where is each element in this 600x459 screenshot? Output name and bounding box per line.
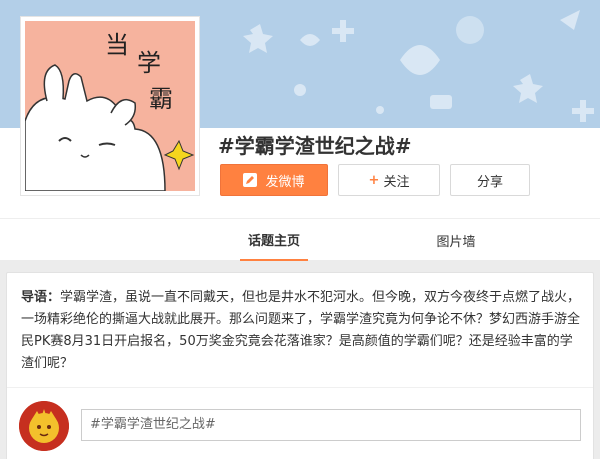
avatar-char-2: 学 xyxy=(137,49,161,77)
edit-icon xyxy=(243,173,258,187)
user-avatar[interactable] xyxy=(19,401,69,451)
plus-icon: + xyxy=(368,172,380,188)
user-avatar-image xyxy=(19,401,69,451)
intro-card: 导语：学霸学渣，虽说一直不同戴天，但也是井水不犯河水。但今晚，双方今夜终于点燃了… xyxy=(6,272,594,459)
intro-text: 导语：学霸学渣，虽说一直不同戴天，但也是井水不犯河水。但今晚，双方今夜终于点燃了… xyxy=(21,287,583,375)
share-button[interactable]: 分享 xyxy=(450,164,530,196)
compose-input[interactable]: #学霸学渣世纪之战# xyxy=(81,409,581,441)
topic-title: #学霸学渣世纪之战# xyxy=(218,134,412,158)
follow-label: 关注 xyxy=(383,174,410,190)
post-weibo-button[interactable]: 发微博 xyxy=(220,164,328,196)
bunny-illustration: 当 学 霸 xyxy=(25,31,195,191)
topic-tabs: 话题主页 图片墙 xyxy=(0,218,600,261)
tab-topic-home-label: 话题主页 xyxy=(247,233,300,249)
avatar-char-3: 霸 xyxy=(149,85,173,113)
post-weibo-label: 发微博 xyxy=(265,174,305,190)
tab-topic-home[interactable]: 话题主页 xyxy=(240,219,308,261)
divider xyxy=(7,387,593,388)
topic-avatar[interactable]: 当 学 霸 xyxy=(20,16,200,196)
avatar-char-1: 当 xyxy=(105,31,129,59)
share-label: 分享 xyxy=(476,174,503,190)
intro-body: 学霸学渣，虽说一直不同戴天，但也是井水不犯河水。但今晚，双方今夜终于点燃了战火，… xyxy=(21,290,581,371)
intro-prefix: 导语： xyxy=(21,290,61,305)
topic-avatar-image: 当 学 霸 xyxy=(25,21,195,191)
tab-picture-wall-label: 图片墙 xyxy=(436,234,476,250)
tab-picture-wall[interactable]: 图片墙 xyxy=(420,219,492,261)
follow-button[interactable]: + 关注 xyxy=(338,164,440,196)
